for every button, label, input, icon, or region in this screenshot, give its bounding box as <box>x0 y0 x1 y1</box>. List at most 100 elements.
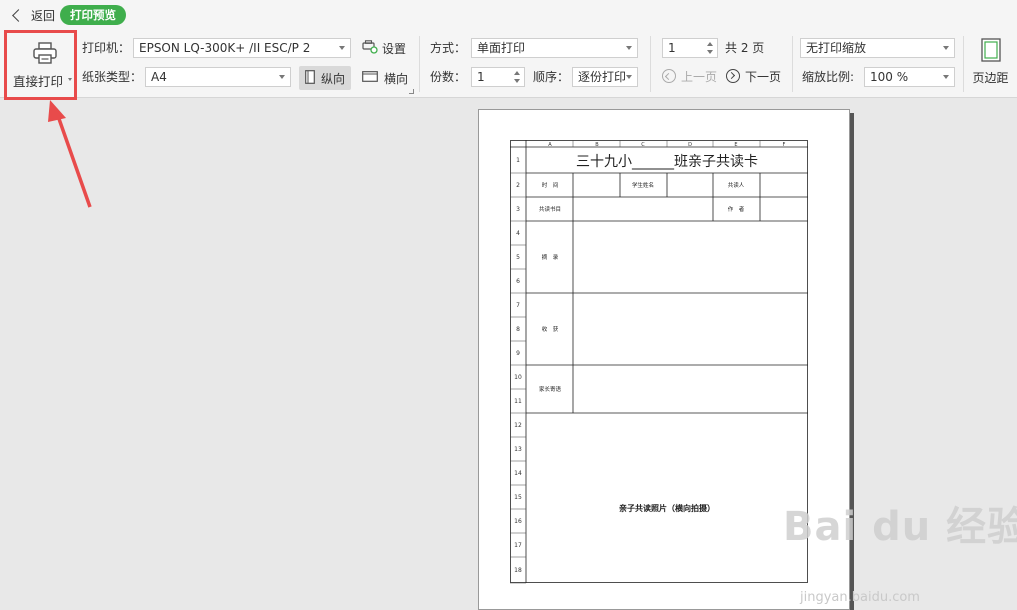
column-header: F <box>783 142 786 148</box>
scale-value: 100 % <box>870 70 909 84</box>
margins-button[interactable]: 页边距 <box>968 38 1013 94</box>
order-select[interactable]: 逐份打印 <box>572 67 638 87</box>
divider <box>792 36 793 92</box>
direct-print-label: 直接打印 <box>13 74 64 89</box>
cell-harvest: 收 获 <box>542 325 559 333</box>
watermark-url: jingyan.baidu.com <box>800 590 920 605</box>
decrement-icon[interactable] <box>707 50 713 54</box>
cell-photo: 亲子共读照片（横向拍摄） <box>619 503 715 513</box>
print-ribbon: 直接打印 打印机： EPSON LQ-300K+ /II ESC/P 2 纸张类… <box>0 30 1017 100</box>
cell-co-reader: 共读人 <box>728 181 745 189</box>
scale-select[interactable]: 100 % <box>864 67 955 87</box>
landscape-label: 横向 <box>384 71 409 86</box>
scale-mode-value: 无打印缩放 <box>806 41 867 55</box>
decrement-icon[interactable] <box>514 79 520 83</box>
chevron-right-icon <box>726 69 740 83</box>
increment-icon[interactable] <box>514 71 520 75</box>
portrait-page-icon <box>305 69 315 87</box>
portrait-button[interactable]: 纵向 <box>299 66 351 90</box>
row-header: 4 <box>516 230 520 237</box>
page-number-stepper[interactable]: 1 <box>662 38 718 58</box>
paper-type-select[interactable]: A4 <box>145 67 291 87</box>
row-header: 8 <box>516 326 520 333</box>
chevron-down-icon <box>626 46 632 50</box>
page-number-value: 1 <box>668 41 676 55</box>
column-header: B <box>595 142 599 148</box>
row-header: 9 <box>516 350 520 357</box>
prev-page-label: 上一页 <box>681 69 718 84</box>
order-label: 顺序： <box>533 70 570 84</box>
row-header: 12 <box>514 422 522 429</box>
scale-mode-select[interactable]: 无打印缩放 <box>800 38 955 58</box>
scale-label: 缩放比例: <box>802 70 855 84</box>
method-value: 单面打印 <box>477 41 526 55</box>
row-header: 1 <box>516 157 520 164</box>
settings-button[interactable]: 设置 <box>362 38 406 58</box>
dropdown-arrow-icon[interactable] <box>68 78 72 81</box>
method-label: 方式： <box>430 41 467 55</box>
row-header: 3 <box>516 206 520 213</box>
copies-value: 1 <box>477 70 485 84</box>
group-expand-icon[interactable] <box>409 89 414 94</box>
copies-stepper[interactable]: 1 <box>471 67 525 87</box>
divider <box>650 36 651 92</box>
row-header: 11 <box>514 398 522 405</box>
baidu-watermark: Bai du 经验 <box>783 494 1017 552</box>
row-header: 13 <box>514 446 522 453</box>
chevron-down-icon <box>943 46 949 50</box>
row-header: 2 <box>516 182 520 189</box>
chevron-left-icon <box>662 69 676 83</box>
settings-label: 设置 <box>382 41 407 56</box>
divider <box>419 36 420 92</box>
back-label: 返回 <box>31 8 56 23</box>
printer-label: 打印机： <box>82 41 131 55</box>
cell-parent-message: 家长寄语 <box>539 385 562 393</box>
chevron-down-icon <box>339 46 345 50</box>
row-header: 5 <box>516 254 520 261</box>
direct-print-button[interactable]: 直接打印 <box>4 30 77 100</box>
spreadsheet-preview: ABCDEF 1 2 3 4 5 6 7 8 9 10 11 12 13 14 15 16 17 18 三十九小_… <box>510 140 810 584</box>
column-header: D <box>688 142 692 148</box>
column-header: A <box>548 142 552 148</box>
row-header: 16 <box>514 518 522 525</box>
cell-excerpt: 摘 录 <box>542 253 559 261</box>
cell-time: 时 间 <box>542 181 559 189</box>
cell-book-title: 共读书目 <box>539 205 561 213</box>
row-header: 18 <box>514 567 522 574</box>
next-page-label: 下一页 <box>745 69 782 84</box>
paper-type-value: A4 <box>151 70 167 84</box>
method-select[interactable]: 单面打印 <box>471 38 638 58</box>
prev-page-button[interactable]: 上一页 <box>662 66 717 86</box>
printer-value: EPSON LQ-300K+ /II ESC/P 2 <box>139 41 311 55</box>
page-margins-icon <box>980 38 1001 65</box>
column-header: E <box>734 142 737 148</box>
row-header: 10 <box>514 374 522 381</box>
row-header: 14 <box>514 470 522 477</box>
chevron-down-icon <box>279 75 285 79</box>
row-header: 7 <box>516 302 520 309</box>
increment-icon[interactable] <box>707 42 713 46</box>
landscape-button[interactable]: 横向 <box>362 68 408 88</box>
row-header: 6 <box>516 278 520 285</box>
cell-author: 作 者 <box>728 205 745 213</box>
total-pages: 共 2 页 <box>725 41 765 55</box>
print-preview-tab[interactable]: 打印预览 <box>60 5 126 25</box>
chevron-left-icon <box>12 8 25 22</box>
top-bar: 返回 打印预览 <box>0 0 1017 30</box>
printer-icon <box>33 42 57 67</box>
cell-student-name: 学生姓名 <box>632 181 654 189</box>
chevron-down-icon <box>626 75 632 79</box>
paper-type-label: 纸张类型： <box>82 70 143 84</box>
column-header: C <box>641 142 645 148</box>
order-value: 逐份打印 <box>578 70 627 84</box>
copies-label: 份数： <box>430 70 467 84</box>
row-header: 17 <box>514 542 522 549</box>
portrait-label: 纵向 <box>321 71 346 86</box>
printer-settings-icon <box>362 39 378 57</box>
landscape-page-icon <box>362 71 378 85</box>
printer-select[interactable]: EPSON LQ-300K+ /II ESC/P 2 <box>133 38 351 58</box>
next-page-button[interactable]: 下一页 <box>726 66 781 86</box>
watermark-logo: Bai du 经验 <box>783 504 1017 550</box>
row-header: 15 <box>514 494 522 501</box>
back-button[interactable]: 返回 <box>10 6 55 24</box>
